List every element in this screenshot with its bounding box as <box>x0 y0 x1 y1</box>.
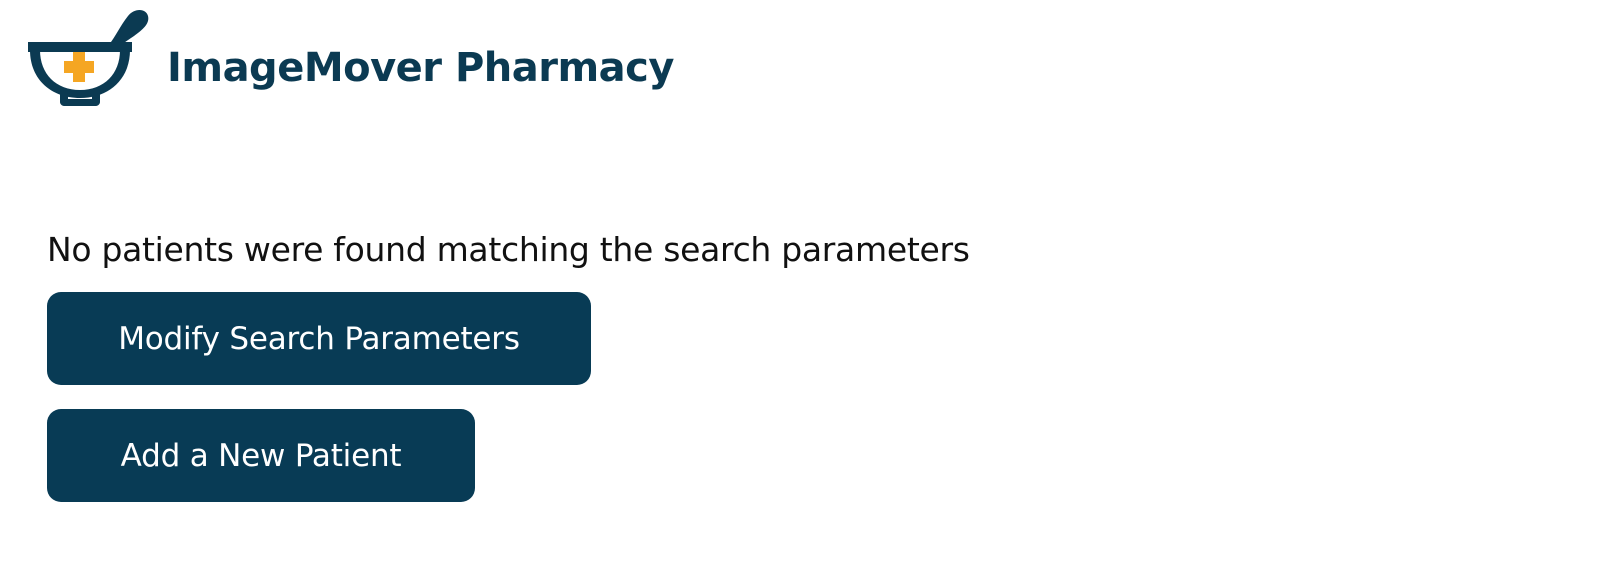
modify-search-button[interactable]: Modify Search Parameters <box>47 292 591 385</box>
search-results-panel: No patients were found matching the sear… <box>47 228 1547 502</box>
add-new-patient-button[interactable]: Add a New Patient <box>47 409 475 502</box>
no-results-message: No patients were found matching the sear… <box>47 230 970 269</box>
page-header: ImageMover Pharmacy <box>0 0 1620 120</box>
mortar-pestle-cross-icon <box>28 10 149 106</box>
brand-name: ImageMover Pharmacy <box>167 45 674 91</box>
